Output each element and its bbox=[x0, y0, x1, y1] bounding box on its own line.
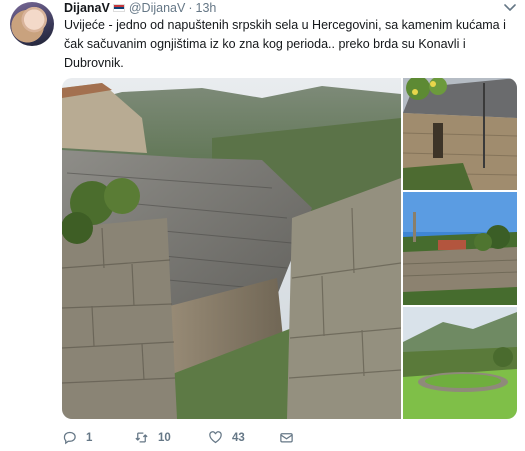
reply-icon bbox=[63, 431, 76, 445]
like-button[interactable]: 43 bbox=[208, 430, 245, 445]
tweet: DijanaV @DijanaV · 13h Uvijeće - jedno o… bbox=[0, 0, 525, 451]
envelope-icon bbox=[280, 433, 293, 443]
reply-count: 1 bbox=[86, 431, 93, 444]
retweet-icon bbox=[135, 432, 148, 443]
heart-icon bbox=[209, 431, 222, 444]
photo-stone-house[interactable] bbox=[62, 78, 401, 419]
media-grid bbox=[62, 78, 517, 419]
avatar[interactable] bbox=[10, 2, 54, 46]
chevron-down-icon[interactable] bbox=[503, 2, 517, 14]
user-handle[interactable]: @DijanaV bbox=[129, 1, 185, 15]
tweet-actions: 1 10 43 bbox=[62, 430, 362, 448]
reply-button[interactable]: 1 bbox=[62, 430, 92, 445]
retweet-count: 10 bbox=[158, 431, 171, 444]
photo-green-field[interactable] bbox=[403, 307, 517, 419]
tweet-text: Uvijeće - jedno od napuštenih srpskih se… bbox=[64, 18, 506, 70]
photo-village-walls[interactable] bbox=[403, 192, 517, 305]
serbian-flag-icon bbox=[112, 4, 125, 12]
photo-house-flowers[interactable] bbox=[403, 78, 517, 190]
tweet-header: DijanaV @DijanaV · 13h bbox=[64, 0, 216, 16]
separator: · bbox=[188, 1, 193, 15]
display-name[interactable]: DijanaV bbox=[64, 1, 110, 15]
retweet-button[interactable]: 10 bbox=[134, 430, 171, 445]
like-count: 43 bbox=[232, 431, 245, 444]
direct-message-button[interactable] bbox=[279, 430, 303, 445]
timestamp[interactable]: 13h bbox=[196, 1, 217, 15]
